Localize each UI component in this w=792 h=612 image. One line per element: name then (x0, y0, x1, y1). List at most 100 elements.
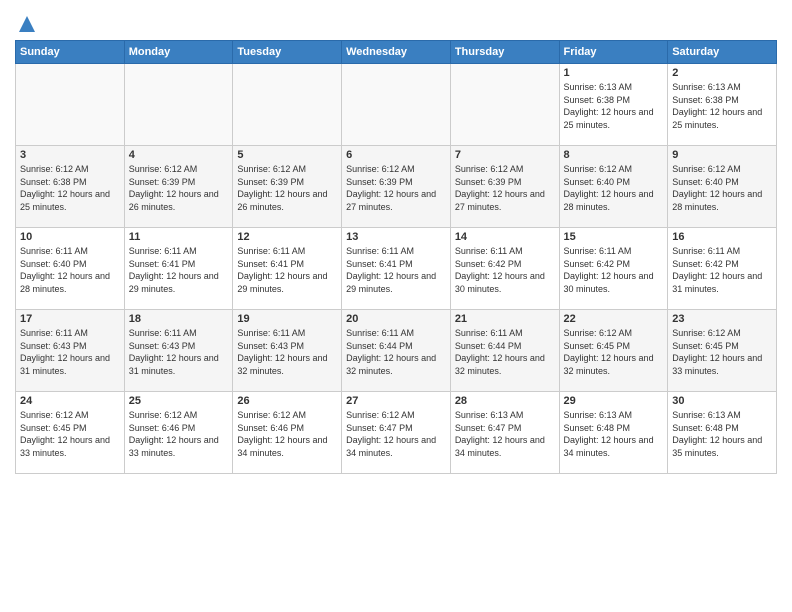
day-info: Sunrise: 6:11 AMSunset: 6:41 PMDaylight:… (346, 245, 446, 295)
day-number: 13 (346, 231, 446, 243)
day-number: 5 (237, 149, 337, 161)
calendar-cell: 1Sunrise: 6:13 AMSunset: 6:38 PMDaylight… (559, 64, 668, 146)
day-info: Sunrise: 6:11 AMSunset: 6:40 PMDaylight:… (20, 245, 120, 295)
day-number: 7 (455, 149, 555, 161)
calendar-cell: 25 Sunrise: 6:12 AMSunset: 6:46 PMDayligh… (124, 392, 233, 474)
calendar-cell: 26 Sunrise: 6:12 AMSunset: 6:46 PMDayligh… (233, 392, 342, 474)
day-number: 22 (564, 313, 664, 325)
day-info: Sunrise: 6:13 AMSunset: 6:48 PMDaylight:… (564, 409, 664, 459)
day-number: 21 (455, 313, 555, 325)
day-number: 3 (20, 149, 120, 161)
day-number: 2 (672, 67, 772, 79)
day-number: 30 (672, 395, 772, 407)
calendar-cell: 11 Sunrise: 6:11 AMSunset: 6:41 PMDayligh… (124, 228, 233, 310)
calendar-cell: 18 Sunrise: 6:11 AMSunset: 6:43 PMDayligh… (124, 310, 233, 392)
day-info: Sunrise: 6:12 AMSunset: 6:38 PMDaylight:… (20, 163, 120, 213)
calendar-table: SundayMondayTuesdayWednesdayThursdayFrid… (15, 40, 777, 474)
calendar-cell: 24 Sunrise: 6:12 AMSunset: 6:45 PMDayligh… (16, 392, 125, 474)
day-number: 8 (564, 149, 664, 161)
day-number: 26 (237, 395, 337, 407)
day-number: 20 (346, 313, 446, 325)
calendar-cell: 4 Sunrise: 6:12 AMSunset: 6:39 PMDaylight… (124, 146, 233, 228)
day-number: 14 (455, 231, 555, 243)
day-info: Sunrise: 6:11 AMSunset: 6:43 PMDaylight:… (129, 327, 229, 377)
calendar-cell: 6 Sunrise: 6:12 AMSunset: 6:39 PMDaylight… (342, 146, 451, 228)
day-info: Sunrise: 6:11 AMSunset: 6:43 PMDaylight:… (20, 327, 120, 377)
calendar-cell (233, 64, 342, 146)
day-info: Sunrise: 6:12 AMSunset: 6:40 PMDaylight:… (672, 163, 772, 213)
calendar-week-row: 3 Sunrise: 6:12 AMSunset: 6:38 PMDaylight… (16, 146, 777, 228)
calendar-cell: 10 Sunrise: 6:11 AMSunset: 6:40 PMDayligh… (16, 228, 125, 310)
calendar-cell (342, 64, 451, 146)
day-info: Sunrise: 6:12 AMSunset: 6:47 PMDaylight:… (346, 409, 446, 459)
day-info: Sunrise: 6:12 AMSunset: 6:39 PMDaylight:… (129, 163, 229, 213)
day-number: 19 (237, 313, 337, 325)
calendar-cell: 30 Sunrise: 6:13 AMSunset: 6:48 PMDayligh… (668, 392, 777, 474)
logo-icon (17, 14, 37, 34)
calendar-cell: 14 Sunrise: 6:11 AMSunset: 6:42 PMDayligh… (450, 228, 559, 310)
calendar-cell: 27 Sunrise: 6:12 AMSunset: 6:47 PMDayligh… (342, 392, 451, 474)
calendar-cell: 13 Sunrise: 6:11 AMSunset: 6:41 PMDayligh… (342, 228, 451, 310)
day-number: 17 (20, 313, 120, 325)
day-info: Sunrise: 6:12 AMSunset: 6:46 PMDaylight:… (129, 409, 229, 459)
calendar-cell: 21Sunrise: 6:11 AMSunset: 6:44 PMDayligh… (450, 310, 559, 392)
calendar-day-header: Saturday (668, 41, 777, 64)
day-info: Sunrise: 6:13 AMSunset: 6:47 PMDaylight:… (455, 409, 555, 459)
calendar-week-row: 24 Sunrise: 6:12 AMSunset: 6:45 PMDayligh… (16, 392, 777, 474)
calendar-cell: 9Sunrise: 6:12 AMSunset: 6:40 PMDaylight… (668, 146, 777, 228)
day-info: Sunrise: 6:12 AMSunset: 6:45 PMDaylight:… (564, 327, 664, 377)
day-info: Sunrise: 6:11 AMSunset: 6:42 PMDaylight:… (564, 245, 664, 295)
day-info: Sunrise: 6:11 AMSunset: 6:41 PMDaylight:… (129, 245, 229, 295)
calendar-week-row: 17 Sunrise: 6:11 AMSunset: 6:43 PMDayligh… (16, 310, 777, 392)
day-number: 29 (564, 395, 664, 407)
calendar-day-header: Tuesday (233, 41, 342, 64)
day-info: Sunrise: 6:12 AMSunset: 6:45 PMDaylight:… (20, 409, 120, 459)
calendar-cell (16, 64, 125, 146)
day-number: 23 (672, 313, 772, 325)
day-number: 24 (20, 395, 120, 407)
day-number: 10 (20, 231, 120, 243)
day-info: Sunrise: 6:11 AMSunset: 6:44 PMDaylight:… (346, 327, 446, 377)
calendar-cell: 29 Sunrise: 6:13 AMSunset: 6:48 PMDayligh… (559, 392, 668, 474)
day-number: 4 (129, 149, 229, 161)
day-info: Sunrise: 6:11 AMSunset: 6:43 PMDaylight:… (237, 327, 337, 377)
calendar-day-header: Friday (559, 41, 668, 64)
calendar-cell (124, 64, 233, 146)
calendar-cell: 3 Sunrise: 6:12 AMSunset: 6:38 PMDaylight… (16, 146, 125, 228)
calendar-day-header: Thursday (450, 41, 559, 64)
day-number: 1 (564, 67, 664, 79)
day-info: Sunrise: 6:13 AMSunset: 6:38 PMDaylight:… (672, 81, 772, 131)
day-number: 27 (346, 395, 446, 407)
day-info: Sunrise: 6:13 AMSunset: 6:48 PMDaylight:… (672, 409, 772, 459)
calendar-cell: 12Sunrise: 6:11 AMSunset: 6:41 PMDayligh… (233, 228, 342, 310)
day-info: Sunrise: 6:12 AMSunset: 6:46 PMDaylight:… (237, 409, 337, 459)
logo (15, 14, 37, 34)
calendar-day-header: Sunday (16, 41, 125, 64)
calendar-cell: 15 Sunrise: 6:11 AMSunset: 6:42 PMDayligh… (559, 228, 668, 310)
day-info: Sunrise: 6:11 AMSunset: 6:42 PMDaylight:… (455, 245, 555, 295)
day-number: 15 (564, 231, 664, 243)
calendar-day-header: Monday (124, 41, 233, 64)
calendar-cell: 17 Sunrise: 6:11 AMSunset: 6:43 PMDayligh… (16, 310, 125, 392)
day-number: 12 (237, 231, 337, 243)
calendar-cell: 22 Sunrise: 6:12 AMSunset: 6:45 PMDayligh… (559, 310, 668, 392)
day-number: 28 (455, 395, 555, 407)
calendar-day-header: Wednesday (342, 41, 451, 64)
header (15, 10, 777, 34)
calendar-cell: 2 Sunrise: 6:13 AMSunset: 6:38 PMDaylight… (668, 64, 777, 146)
day-info: Sunrise: 6:12 AMSunset: 6:39 PMDaylight:… (346, 163, 446, 213)
calendar-week-row: 10 Sunrise: 6:11 AMSunset: 6:40 PMDayligh… (16, 228, 777, 310)
day-number: 11 (129, 231, 229, 243)
page-container: SundayMondayTuesdayWednesdayThursdayFrid… (0, 0, 792, 484)
calendar-cell: 16Sunrise: 6:11 AMSunset: 6:42 PMDayligh… (668, 228, 777, 310)
day-number: 16 (672, 231, 772, 243)
day-info: Sunrise: 6:12 AMSunset: 6:40 PMDaylight:… (564, 163, 664, 213)
day-number: 18 (129, 313, 229, 325)
day-number: 6 (346, 149, 446, 161)
calendar-cell: 28 Sunrise: 6:13 AMSunset: 6:47 PMDayligh… (450, 392, 559, 474)
calendar-header-row: SundayMondayTuesdayWednesdayThursdayFrid… (16, 41, 777, 64)
calendar-cell: 8 Sunrise: 6:12 AMSunset: 6:40 PMDaylight… (559, 146, 668, 228)
calendar-week-row: 1 Sunrise: 6:13 AMSunset: 6:38 PMDaylight… (16, 64, 777, 146)
calendar-cell: 5Sunrise: 6:12 AMSunset: 6:39 PMDaylight… (233, 146, 342, 228)
day-number: 25 (129, 395, 229, 407)
